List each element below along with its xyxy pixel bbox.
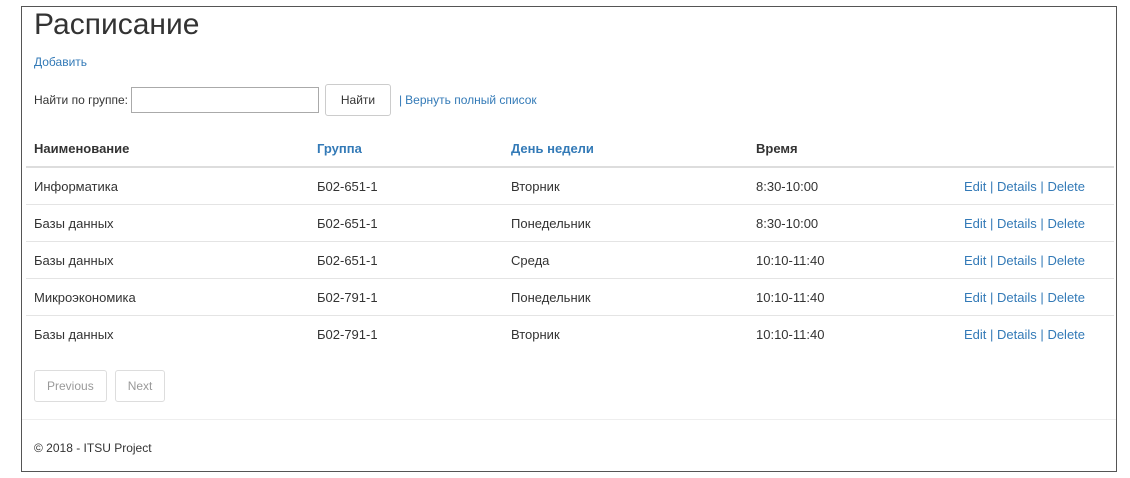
delete-link[interactable]: Delete [1047,253,1085,268]
details-link[interactable]: Details [997,290,1037,305]
search-form: Найти по группе: Найти | Вернуть полный … [34,83,537,117]
cell-group: Б02-651-1 [317,178,378,194]
cell-name: Базы данных [26,241,309,279]
search-button[interactable]: Найти [325,84,392,116]
cell-day: Понедельник [503,278,748,316]
previous-button[interactable]: Previous [34,370,107,402]
action-separator: | [1040,178,1044,194]
header-day: День недели [503,130,748,168]
cell-name: Информатика [34,178,118,194]
cell-group: Б02-791-1 [309,278,503,316]
search-label: Найти по группе: [34,93,129,107]
cell-day: Вторник [503,315,748,353]
edit-link[interactable]: Edit [964,290,986,305]
delete-link[interactable]: Delete [1047,179,1085,194]
table-header-row: Наименование Группа День недели Время [26,130,1114,168]
cell-name: Базы данных [26,315,309,353]
edit-link[interactable]: Edit [964,327,986,342]
table-row: Базы данных Б02-651-1 Среда 10:10-11:40 … [26,241,1114,279]
row-actions: Edit | Details | Delete [956,278,1114,316]
cell-time: 10:10-11:40 [748,278,956,316]
action-separator: | [990,252,994,268]
cell-name: Микроэкономика [26,278,309,316]
action-separator: | [1040,289,1044,305]
cell-day: Понедельник [503,204,748,242]
row-actions: Edit | Details | Delete [956,167,1114,205]
next-button[interactable]: Next [114,370,166,402]
row-actions: Edit | Details | Delete [956,204,1114,242]
action-separator: | [990,215,994,231]
header-group: Группа [309,130,503,168]
footer-text: © 2018 - ITSU Project [34,441,152,455]
action-separator: | [1040,215,1044,231]
delete-link[interactable]: Delete [1047,327,1085,342]
reset-list-link[interactable]: Вернуть полный список [405,93,537,107]
table-row: Базы данных Б02-651-1 Понедельник 8:30-1… [26,204,1114,242]
cell-time: 10:10-11:40 [748,241,956,279]
sort-day-link[interactable]: День недели [511,141,594,156]
action-separator: | [990,326,994,342]
details-link[interactable]: Details [997,327,1037,342]
footer-divider [22,419,1116,420]
cell-group: Б02-651-1 [309,204,503,242]
schedule-table: Наименование Группа День недели Время Ин… [26,130,1114,353]
table-row: Микроэкономика Б02-791-1 Понедельник 10:… [26,278,1114,316]
table-row: Информатика Б02-651-1 Вторник 8:30-10:00… [26,167,1114,205]
row-actions: Edit | Details | Delete [956,315,1114,353]
cell-time: 8:30-10:00 [756,178,819,194]
action-separator: | [990,289,994,305]
action-separator: | [990,178,994,194]
header-actions [956,130,1114,168]
add-link[interactable]: Добавить [34,55,87,69]
header-time: Время [748,130,956,168]
page-title: Расписание [34,8,200,41]
header-name: Наименование [26,130,309,168]
delete-link[interactable]: Delete [1047,290,1085,305]
pagination: Previous Next [34,370,166,402]
cell-day: Вторник [511,178,560,194]
row-actions: Edit | Details | Delete [956,241,1114,279]
reset-separator: | [399,93,403,107]
app-frame: Расписание Добавить Найти по группе: Най… [21,6,1117,472]
edit-link[interactable]: Edit [964,253,986,268]
table-row: Базы данных Б02-791-1 Вторник 10:10-11:4… [26,315,1114,353]
details-link[interactable]: Details [997,253,1037,268]
action-separator: | [1040,252,1044,268]
edit-link[interactable]: Edit [964,216,986,231]
cell-name: Базы данных [26,204,309,242]
sort-group-link[interactable]: Группа [317,141,362,156]
edit-link[interactable]: Edit [964,179,986,194]
details-link[interactable]: Details [997,179,1037,194]
cell-time: 10:10-11:40 [748,315,956,353]
delete-link[interactable]: Delete [1047,216,1085,231]
details-link[interactable]: Details [997,216,1037,231]
cell-day: Среда [503,241,748,279]
action-separator: | [1040,326,1044,342]
cell-group: Б02-791-1 [309,315,503,353]
cell-time: 8:30-10:00 [748,204,956,242]
search-input[interactable] [131,87,320,113]
cell-group: Б02-651-1 [309,241,503,279]
